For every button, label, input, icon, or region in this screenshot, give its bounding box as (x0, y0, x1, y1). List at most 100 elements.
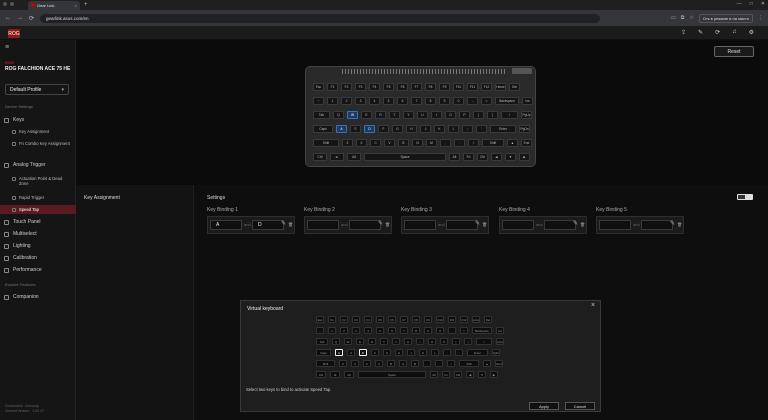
virtual-key-row1-0[interactable]: Esc (316, 316, 324, 323)
key-row3-10[interactable]: P (459, 111, 470, 119)
key-row2-7[interactable]: 7 (411, 97, 422, 105)
virtual-key-row6-2[interactable]: Alt (344, 371, 354, 378)
virtual-key-row1-12[interactable]: F12 (460, 316, 468, 323)
key-row4-7[interactable]: J (420, 125, 431, 133)
key-row5-7[interactable]: M (426, 139, 437, 147)
tab-close-icon[interactable]: × (75, 3, 77, 8)
key-row3-14[interactable]: PgUp (521, 111, 532, 119)
virtual-key-row6-1[interactable]: ⊞ (330, 371, 340, 378)
hamburger-icon[interactable]: ≡ (5, 44, 9, 51)
key-row2-0[interactable]: ~ (313, 97, 324, 105)
key-slot-b[interactable] (544, 220, 576, 230)
virtual-key-row1-8[interactable]: F8 (412, 316, 420, 323)
virtual-key-row3-13[interactable]: \ (476, 338, 492, 345)
key-row3-4[interactable]: R (375, 111, 386, 119)
trash-icon[interactable]: 🗑 (385, 221, 391, 228)
minimize-button[interactable]: — (737, 1, 742, 7)
reload-button[interactable]: ⟳ (29, 15, 34, 22)
virtual-key-row5-13[interactable]: End (495, 360, 503, 367)
apply-button[interactable]: Apply (529, 402, 559, 410)
key-row1-11[interactable]: F11 (467, 83, 478, 91)
key-row4-9[interactable]: L (448, 125, 459, 133)
key-row5-6[interactable]: N (412, 139, 423, 147)
bookmark-star-icon[interactable]: ☆ (689, 15, 693, 21)
key-row1-4[interactable]: F4 (369, 83, 380, 91)
key-slot-b[interactable]: D (252, 220, 284, 230)
virtual-key-row1-7[interactable]: F7 (400, 316, 408, 323)
key-row6-7[interactable]: ◀ (491, 153, 502, 161)
virtual-key-row3-2[interactable]: W (344, 338, 352, 345)
speed-tap-toggle[interactable] (737, 194, 753, 200)
virtual-key-row3-8[interactable]: I (416, 338, 424, 345)
virtual-key-row6-7[interactable]: ◀ (466, 371, 474, 378)
key-row4-2[interactable]: S (350, 125, 361, 133)
key-slot-a[interactable]: A (210, 220, 242, 230)
key-row1-1[interactable]: F1 (327, 83, 338, 91)
virtual-key-row1-2[interactable]: F2 (340, 316, 348, 323)
key-row1-2[interactable]: F2 (341, 83, 352, 91)
key-row6-6[interactable]: Ctrl (477, 153, 488, 161)
key-row6-2[interactable]: Alt (347, 153, 361, 161)
virtual-key-row2-2[interactable]: 2 (340, 327, 348, 334)
virtual-key-row2-4[interactable]: 4 (364, 327, 372, 334)
key-slot-a[interactable] (307, 220, 339, 230)
key-row3-0[interactable]: Tab (313, 111, 330, 119)
sidebar-item-multiselect[interactable]: Multiselect (4, 231, 72, 237)
reset-button[interactable]: Reset (714, 46, 754, 57)
key-row5-5[interactable]: B (398, 139, 409, 147)
key-row2-8[interactable]: 8 (425, 97, 436, 105)
sidebar-item-lighting[interactable]: Lighting (4, 243, 72, 249)
key-row2-5[interactable]: 5 (383, 97, 394, 105)
virtual-key-row2-14[interactable]: Ins (496, 327, 504, 334)
key-row4-8[interactable]: K (434, 125, 445, 133)
virtual-key-row3-0[interactable]: Tab (316, 338, 328, 345)
key-row4-5[interactable]: G (392, 125, 403, 133)
new-tab-button[interactable]: + (84, 2, 88, 8)
virtual-key-row4-13[interactable]: PgDn (492, 349, 500, 356)
key-row4-11[interactable]: ' (476, 125, 487, 133)
edit-icon[interactable]: ✎ (573, 221, 579, 228)
virtual-key-row5-12[interactable]: ▲ (483, 360, 491, 367)
key-row3-11[interactable]: [ (473, 111, 484, 119)
key-row1-9[interactable]: F9 (439, 83, 450, 91)
virtual-key-row6-5[interactable]: Fn (442, 371, 450, 378)
virtual-key-row5-9[interactable]: . (435, 360, 443, 367)
key-row2-11[interactable]: - (467, 97, 478, 105)
key-row6-5[interactable]: Fn (463, 153, 474, 161)
virtual-key-row1-6[interactable]: F6 (388, 316, 396, 323)
virtual-key-row5-1[interactable]: Z (339, 360, 347, 367)
sidebar-item-speed-tap[interactable]: Speed Tap (0, 205, 76, 214)
key-row5-11[interactable]: Shift (482, 139, 504, 147)
key-row4-13[interactable]: PgDn (519, 125, 530, 133)
virtual-key-row5-10[interactable]: / (447, 360, 455, 367)
key-row3-8[interactable]: I (431, 111, 442, 119)
key-row6-8[interactable]: ▼ (505, 153, 516, 161)
url-input[interactable]: gearlink.asus.com/en (40, 13, 601, 23)
forward-button[interactable]: → (17, 15, 23, 21)
key-slot-a[interactable] (404, 220, 436, 230)
virtual-key-row3-7[interactable]: U (404, 338, 412, 345)
key-row3-5[interactable]: T (389, 111, 400, 119)
key-row2-1[interactable]: 1 (327, 97, 338, 105)
virtual-key-row6-8[interactable]: ▼ (478, 371, 486, 378)
virtual-key-row2-0[interactable]: ~ (316, 327, 324, 334)
virtual-key-row6-0[interactable]: Ctrl (316, 371, 326, 378)
cancel-button[interactable]: Cancel (565, 402, 595, 410)
trash-icon[interactable]: 🗑 (482, 221, 488, 228)
close-icon[interactable]: × (591, 302, 595, 309)
screen-cast-icon[interactable]: ▭ (671, 15, 676, 21)
virtual-key-row2-1[interactable]: 1 (328, 327, 336, 334)
key-row3-2[interactable]: W (347, 111, 358, 119)
key-row1-3[interactable]: F3 (355, 83, 366, 91)
key-row1-0[interactable]: Esc (313, 83, 324, 91)
virtual-key-row4-10[interactable]: ; (443, 349, 451, 356)
virtual-key-row3-11[interactable]: [ (452, 338, 460, 345)
virtual-key-row2-7[interactable]: 7 (400, 327, 408, 334)
virtual-key-row1-3[interactable]: F3 (352, 316, 360, 323)
key-slot-b[interactable] (349, 220, 381, 230)
virtual-key-row3-14[interactable]: PgUp (496, 338, 504, 345)
virtual-key-row4-4[interactable]: F (371, 349, 379, 356)
virtual-key-row3-6[interactable]: Y (392, 338, 400, 345)
key-row1-13[interactable]: Home (495, 83, 506, 91)
sidebar-item-companion[interactable]: Companion (4, 294, 72, 300)
